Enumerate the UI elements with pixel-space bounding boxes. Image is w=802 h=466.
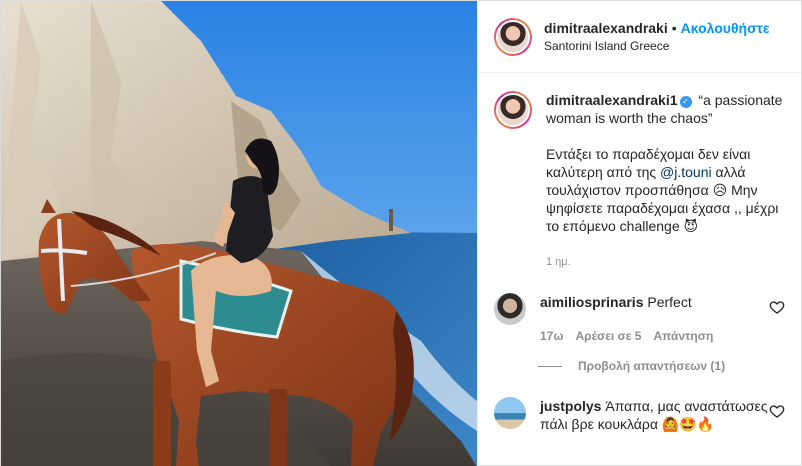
commenter-username[interactable]: aimiliosprinaris — [540, 294, 643, 310]
caption-author-avatar[interactable] — [494, 91, 532, 129]
replies-divider-line — [538, 365, 562, 367]
post-image-horse-rider-beach — [1, 1, 477, 466]
comment-item: justpolys Άπαπα, μας αναστάτωσες πάλι βρ… — [494, 397, 785, 433]
verified-badge-icon: ✓ — [679, 96, 692, 108]
separator-dot: • — [671, 20, 677, 36]
post-location[interactable]: Santorini Island Greece — [544, 39, 770, 53]
comment-text: Perfect — [647, 294, 692, 310]
author-username[interactable]: dimitraalexandraki — [544, 20, 668, 36]
post-sidebar: dimitraalexandraki • Ακολουθήστε Santori… — [477, 1, 801, 465]
post-caption: dimitraalexandraki1 ✓ “a passionate woman… — [494, 91, 787, 271]
comment-emojis: 🙆🤩🔥 — [661, 416, 715, 432]
view-replies-label: Προβολή απαντήσεων (1) — [578, 359, 726, 373]
comment-likes[interactable]: Αρέσει σε 5 — [575, 327, 641, 345]
emoji-devil: 😈 — [683, 218, 699, 234]
commenter-username[interactable]: justpolys — [540, 398, 601, 414]
emoji-sad: 😥 — [712, 182, 728, 198]
post-header: dimitraalexandraki • Ακολουθήστε Santori… — [478, 1, 801, 73]
comment-timestamp[interactable]: 17ω — [540, 327, 563, 345]
caption-text: Εντάξει το παραδέχομαι δεν είναι καλύτερ… — [546, 145, 787, 235]
follow-button[interactable]: Ακολουθήστε — [681, 20, 770, 36]
caption-timestamp[interactable]: 1 ημ. — [546, 253, 787, 271]
caption-mention-link[interactable]: @j.touni — [660, 164, 712, 180]
caption-username[interactable]: dimitraalexandraki1 — [546, 92, 678, 108]
heart-icon[interactable] — [769, 299, 785, 315]
instagram-post: dimitraalexandraki • Ακολουθήστε Santori… — [0, 0, 802, 466]
post-photo[interactable] — [1, 1, 477, 466]
comment-item: aimiliosprinaris Perfect 17ω Αρέσει σε 5… — [494, 293, 785, 345]
author-avatar[interactable] — [494, 17, 532, 56]
reply-button[interactable]: Απάντηση — [653, 327, 713, 345]
heart-icon[interactable] — [769, 403, 785, 419]
view-replies-button[interactable]: Προβολή απαντήσεων (1) — [538, 359, 725, 373]
commenter-avatar[interactable] — [494, 293, 526, 325]
commenter-avatar[interactable] — [494, 397, 526, 429]
